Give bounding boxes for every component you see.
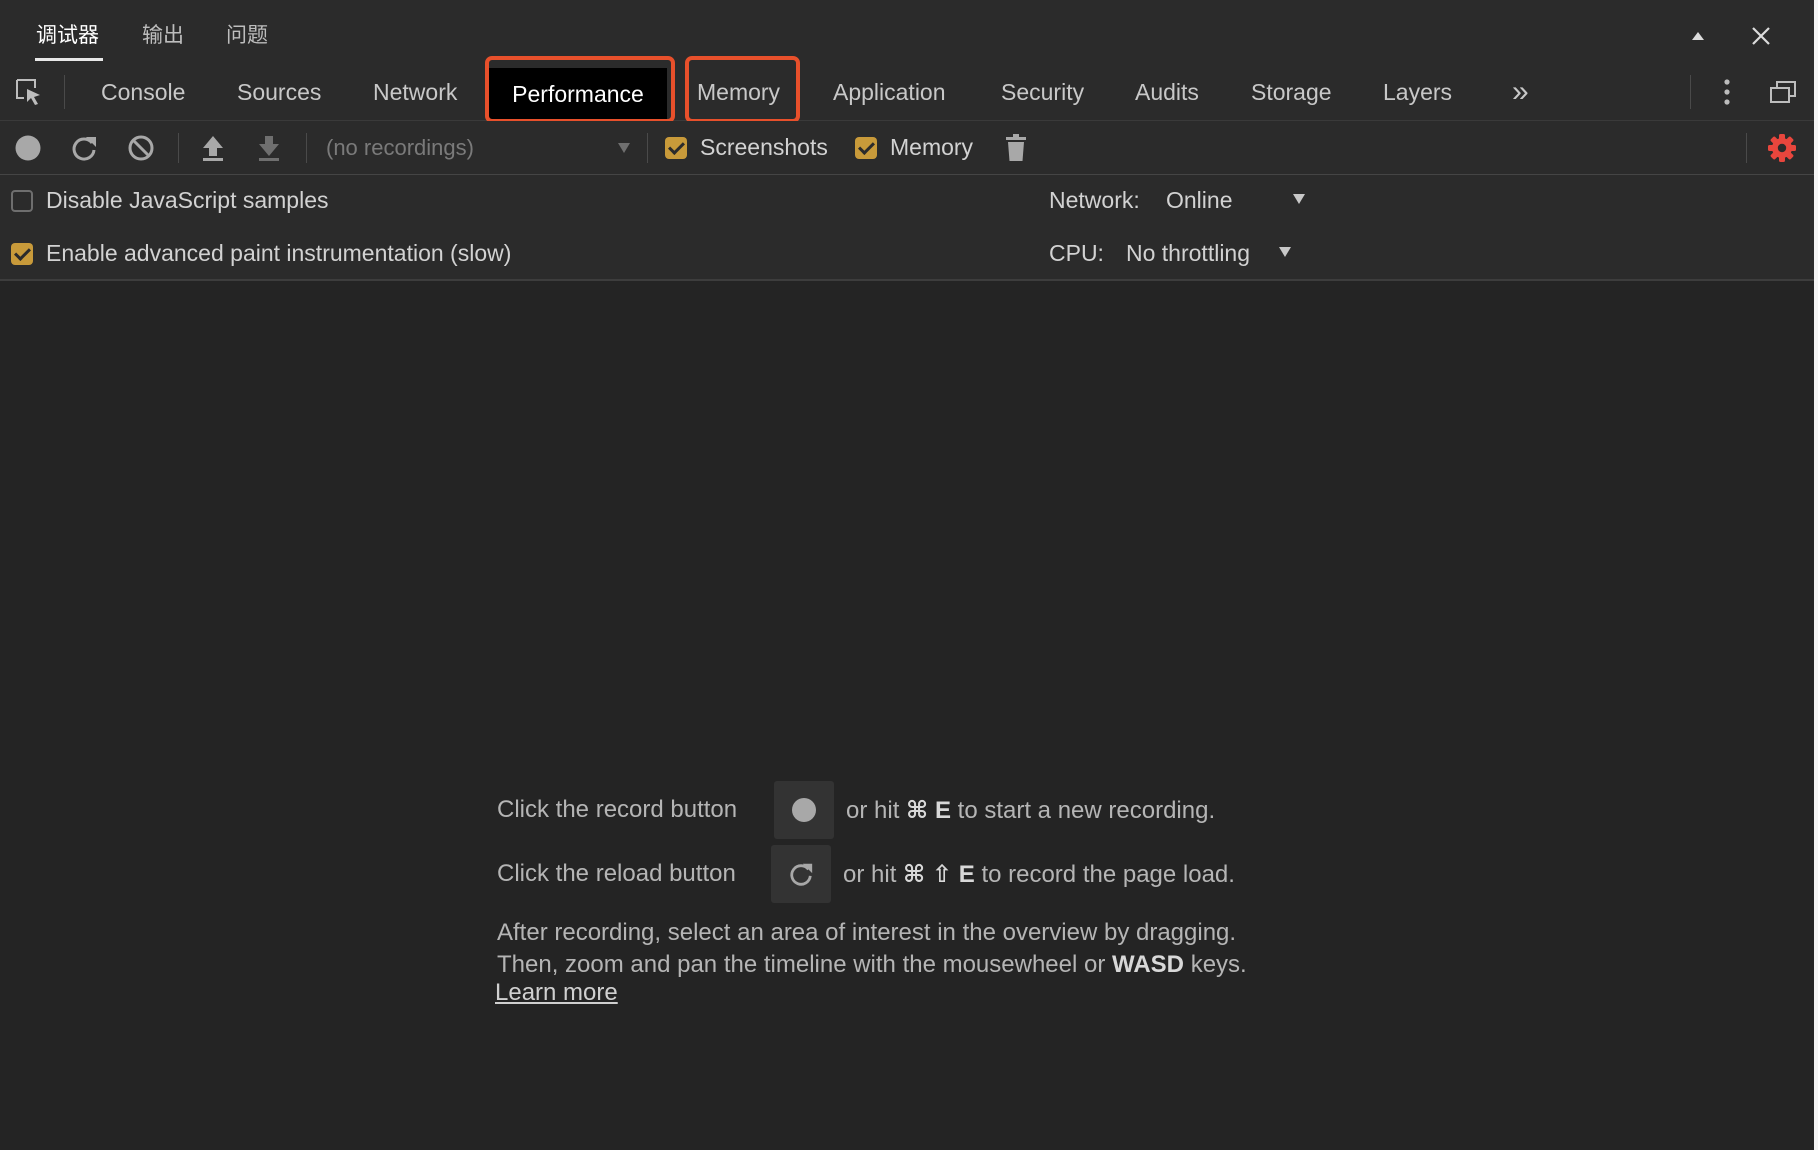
more-tabs-icon[interactable]: »	[1512, 63, 1529, 121]
tab-storage[interactable]: Storage	[1251, 63, 1332, 121]
trash-icon[interactable]	[999, 131, 1033, 165]
cpu-throttle-label: CPU:	[1049, 240, 1104, 266]
drawer-tab-debugger[interactable]: 调试器	[36, 20, 99, 52]
tab-console[interactable]: Console	[101, 63, 185, 121]
learn-more-link[interactable]: Learn more	[495, 979, 618, 1007]
screenshots-label: Screenshots	[700, 134, 828, 160]
reload-icon[interactable]	[67, 131, 101, 165]
separator	[1690, 75, 1691, 109]
advanced-paint-checkbox[interactable]	[11, 243, 33, 265]
reload-instruction-prefix: Click the reload button	[497, 860, 736, 887]
drawer-tab-output[interactable]: 输出	[142, 20, 184, 52]
devtools-window: 调试器 输出 问题 Console Sources Network Perfor…	[0, 0, 1818, 1150]
more-options-icon[interactable]	[1710, 75, 1744, 109]
separator	[178, 133, 179, 163]
collapse-up-icon[interactable]	[1680, 18, 1716, 54]
screenshots-checkbox[interactable]	[665, 137, 687, 159]
inline-reload-button[interactable]	[771, 845, 831, 903]
memory-label: Memory	[890, 134, 974, 160]
performance-toolbar: (no recordings) Screenshots Memory	[0, 121, 1814, 175]
separator	[306, 133, 307, 163]
drawer-tab-bar: 调试器 输出 问题	[0, 0, 1814, 63]
tab-security[interactable]: Security	[1001, 63, 1084, 121]
settings-gear-icon[interactable]	[1765, 131, 1799, 165]
cpu-throttle-select[interactable]: No throttling	[1126, 240, 1250, 267]
network-throttle-select[interactable]: Online	[1166, 187, 1232, 214]
separator	[1746, 133, 1747, 163]
panel-tab-bar: Console Sources Network Performance Memo…	[0, 56, 1814, 123]
window-edge	[1814, 0, 1818, 1150]
download-icon[interactable]	[252, 131, 286, 165]
record-instruction-hint: or hit ⌘ E to start a new recording.	[846, 797, 1216, 824]
tab-audits[interactable]: Audits	[1135, 63, 1199, 121]
record-icon[interactable]	[11, 131, 45, 165]
undock-icon[interactable]	[1766, 75, 1800, 109]
active-tab-underline	[35, 58, 103, 61]
disable-js-samples-label: Disable JavaScript samples	[46, 187, 329, 213]
tab-network[interactable]: Network	[373, 63, 457, 121]
after-recording-line-2: Then, zoom and pan the timeline with the…	[497, 951, 1247, 978]
after-recording-line-1: After recording, select an area of inter…	[497, 919, 1237, 946]
close-icon[interactable]	[1743, 18, 1779, 54]
upload-icon[interactable]	[196, 131, 230, 165]
clear-icon[interactable]	[124, 131, 158, 165]
tab-application[interactable]: Application	[833, 63, 946, 121]
record-instruction-prefix: Click the record button	[497, 796, 738, 823]
separator	[64, 75, 65, 109]
network-throttle-label: Network:	[1049, 187, 1140, 213]
chevron-down-icon[interactable]	[607, 131, 641, 165]
inline-record-button[interactable]	[774, 781, 834, 839]
chevron-down-icon[interactable]	[1282, 182, 1316, 216]
tab-sources[interactable]: Sources	[237, 63, 321, 121]
tab-memory[interactable]: Memory	[697, 63, 780, 121]
inspect-element-icon[interactable]	[12, 75, 46, 109]
disable-js-samples-checkbox[interactable]	[11, 190, 33, 212]
memory-checkbox[interactable]	[855, 137, 877, 159]
drawer-tab-problems[interactable]: 问题	[226, 20, 268, 52]
chevron-down-icon[interactable]	[1268, 235, 1302, 269]
separator	[647, 133, 648, 163]
tab-layers[interactable]: Layers	[1383, 63, 1452, 121]
recordings-select[interactable]: (no recordings)	[326, 121, 474, 175]
capture-settings-pane: Disable JavaScript samples Enable advanc…	[0, 175, 1814, 281]
reload-instruction-hint: or hit ⌘ ⇧ E to record the page load.	[843, 861, 1235, 888]
advanced-paint-label: Enable advanced paint instrumentation (s…	[46, 240, 512, 266]
tab-performance[interactable]: Performance	[489, 68, 667, 120]
